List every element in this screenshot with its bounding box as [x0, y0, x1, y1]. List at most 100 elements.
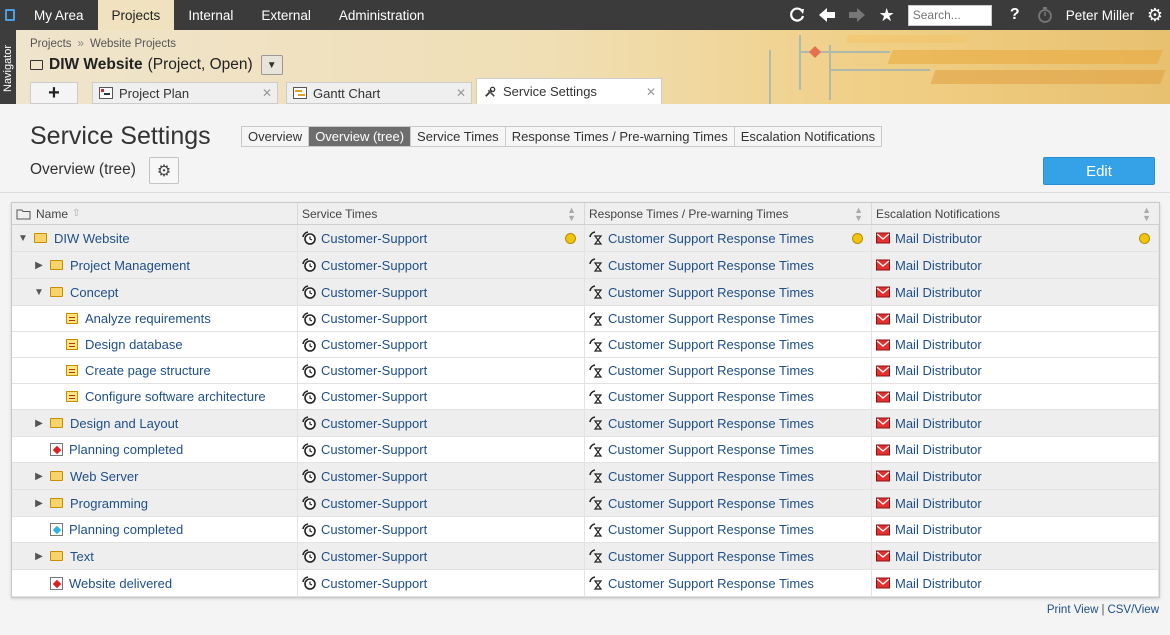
expand-arrow-icon[interactable]: ▶: [32, 471, 46, 482]
item-name-link[interactable]: Planning completed: [69, 522, 183, 537]
service-times-link[interactable]: Customer-Support: [321, 285, 427, 300]
table-row[interactable]: ▶ Programming Customer-Support Customer Sup…: [12, 490, 1159, 517]
sort-icon[interactable]: ▲ ▼: [1142, 205, 1151, 222]
service-times-link[interactable]: Customer-Support: [321, 469, 427, 484]
response-times-link[interactable]: Customer Support Response Times: [608, 231, 814, 246]
item-name-link[interactable]: Analyze requirements: [85, 311, 211, 326]
item-name-link[interactable]: Web Server: [70, 469, 138, 484]
service-times-link[interactable]: Customer-Support: [321, 576, 427, 591]
nav-my-area[interactable]: My Area: [20, 0, 98, 30]
escalation-link[interactable]: Mail Distributor: [895, 231, 982, 246]
table-row[interactable]: ▼ DIW Website Customer-Support Customer Sup…: [12, 225, 1159, 252]
response-times-link[interactable]: Customer Support Response Times: [608, 549, 814, 564]
service-times-link[interactable]: Customer-Support: [321, 522, 427, 537]
favorites-star-icon[interactable]: ★: [872, 0, 902, 30]
column-header-escalation[interactable]: Escalation Notifications ▲ ▼: [872, 203, 1159, 224]
navigator-toggle[interactable]: Navigator: [0, 30, 16, 104]
response-times-link[interactable]: Customer Support Response Times: [608, 363, 814, 378]
nav-administration[interactable]: Administration: [325, 0, 439, 30]
response-times-link[interactable]: Customer Support Response Times: [608, 416, 814, 431]
escalation-link[interactable]: Mail Distributor: [895, 311, 982, 326]
item-name-link[interactable]: Configure software architecture: [85, 389, 266, 404]
response-times-link[interactable]: Customer Support Response Times: [608, 285, 814, 300]
table-row[interactable]: Design database Customer-Support Customer …: [12, 332, 1159, 358]
collapse-arrow-icon[interactable]: ▼: [16, 233, 30, 244]
escalation-link[interactable]: Mail Distributor: [895, 442, 982, 457]
service-times-link[interactable]: Customer-Support: [321, 337, 427, 352]
service-times-link[interactable]: Customer-Support: [321, 549, 427, 564]
service-times-link[interactable]: Customer-Support: [321, 258, 427, 273]
expand-arrow-icon[interactable]: ▶: [32, 418, 46, 429]
response-times-link[interactable]: Customer Support Response Times: [608, 469, 814, 484]
escalation-link[interactable]: Mail Distributor: [895, 337, 982, 352]
response-times-link[interactable]: Customer Support Response Times: [608, 496, 814, 511]
table-row[interactable]: ▶ Project Management Customer-Support Custo…: [12, 252, 1159, 279]
escalation-link[interactable]: Mail Distributor: [895, 285, 982, 300]
table-row[interactable]: Analyze requirements Customer-Support Cust…: [12, 306, 1159, 332]
tab-gantt-chart[interactable]: Gantt Chart ✕: [286, 82, 472, 104]
search-input[interactable]: [907, 4, 992, 26]
subtab-overview[interactable]: Overview: [242, 127, 309, 146]
escalation-link[interactable]: Mail Distributor: [895, 576, 982, 591]
nav-external[interactable]: External: [247, 0, 325, 30]
service-times-link[interactable]: Customer-Support: [321, 416, 427, 431]
table-row[interactable]: ▶ Design and Layout Customer-Support Custom…: [12, 410, 1159, 437]
sort-icon[interactable]: ▲ ▼: [854, 205, 863, 222]
expand-arrow-icon[interactable]: ▶: [32, 260, 46, 271]
response-times-link[interactable]: Customer Support Response Times: [608, 258, 814, 273]
close-tab-icon[interactable]: ✕: [646, 85, 656, 99]
app-logo-icon[interactable]: [0, 0, 20, 30]
close-tab-icon[interactable]: ✕: [262, 86, 272, 100]
column-header-response-times[interactable]: Response Times / Pre-warning Times ▲ ▼: [585, 203, 872, 224]
escalation-link[interactable]: Mail Distributor: [895, 496, 982, 511]
service-times-link[interactable]: Customer-Support: [321, 311, 427, 326]
tab-service-settings[interactable]: Service Settings ✕: [476, 78, 662, 104]
item-name-link[interactable]: Website delivered: [69, 576, 172, 591]
item-name-link[interactable]: Concept: [70, 285, 118, 300]
escalation-link[interactable]: Mail Distributor: [895, 416, 982, 431]
response-times-link[interactable]: Customer Support Response Times: [608, 337, 814, 352]
breadcrumb-projects[interactable]: Projects: [30, 38, 72, 50]
nav-projects[interactable]: Projects: [97, 0, 175, 30]
help-icon[interactable]: ?: [1000, 0, 1030, 30]
table-row[interactable]: Website delivered Customer-Support Custome…: [12, 570, 1159, 597]
response-times-link[interactable]: Customer Support Response Times: [608, 389, 814, 404]
view-settings-gear-icon[interactable]: ⚙: [149, 157, 179, 184]
subtab-escalation-notifications[interactable]: Escalation Notifications: [733, 127, 882, 146]
item-name-link[interactable]: Design and Layout: [70, 416, 178, 431]
close-tab-icon[interactable]: ✕: [456, 86, 466, 100]
response-times-link[interactable]: Customer Support Response Times: [608, 442, 814, 457]
escalation-link[interactable]: Mail Distributor: [895, 389, 982, 404]
response-times-link[interactable]: Customer Support Response Times: [608, 311, 814, 326]
forward-arrow-icon[interactable]: [842, 0, 872, 30]
project-menu-dropdown-button[interactable]: ▼: [260, 55, 283, 75]
item-name-link[interactable]: Design database: [85, 337, 183, 352]
item-name-link[interactable]: Programming: [70, 496, 148, 511]
breadcrumb-website-projects[interactable]: Website Projects: [90, 38, 176, 50]
service-times-link[interactable]: Customer-Support: [321, 363, 427, 378]
table-row[interactable]: ▶ Text Customer-Support Customer Support Re…: [12, 543, 1159, 570]
service-times-link[interactable]: Customer-Support: [321, 231, 427, 246]
nav-internal[interactable]: Internal: [174, 0, 247, 30]
table-row[interactable]: Planning completed Customer-Support Custom…: [12, 437, 1159, 463]
back-arrow-icon[interactable]: [812, 0, 842, 30]
subtab-overview-tree[interactable]: Overview (tree): [308, 127, 411, 146]
item-name-link[interactable]: Planning completed: [69, 442, 183, 457]
service-times-link[interactable]: Customer-Support: [321, 442, 427, 457]
response-times-link[interactable]: Customer Support Response Times: [608, 522, 814, 537]
table-row[interactable]: Configure software architecture Customer-…: [12, 384, 1159, 410]
item-name-link[interactable]: Text: [70, 549, 94, 564]
item-name-link[interactable]: DIW Website: [54, 231, 130, 246]
expand-arrow-icon[interactable]: ▶: [32, 498, 46, 509]
service-times-link[interactable]: Customer-Support: [321, 389, 427, 404]
print-view-link[interactable]: Print View: [1047, 604, 1099, 616]
escalation-link[interactable]: Mail Distributor: [895, 469, 982, 484]
refresh-icon[interactable]: [782, 0, 812, 30]
sort-icon[interactable]: ⇧: [72, 208, 80, 219]
item-name-link[interactable]: Create page structure: [85, 363, 211, 378]
table-row[interactable]: Create page structure Customer-Support Cus…: [12, 358, 1159, 384]
user-name[interactable]: Peter Miller: [1060, 8, 1140, 23]
table-row[interactable]: ▶ Web Server Customer-Support Customer Supp…: [12, 463, 1159, 490]
escalation-link[interactable]: Mail Distributor: [895, 258, 982, 273]
collapse-arrow-icon[interactable]: ▼: [32, 287, 46, 298]
